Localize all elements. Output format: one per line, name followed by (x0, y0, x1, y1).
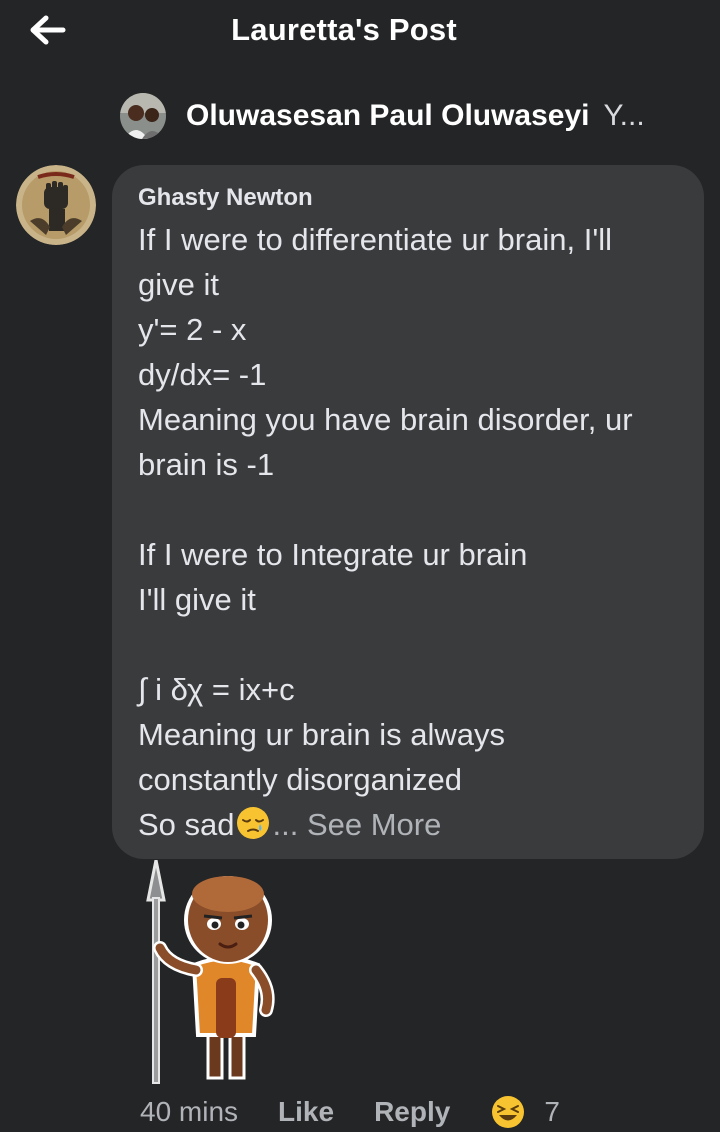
parent-comment-preview[interactable]: Oluwasesan Paul Oluwaseyi Y... (120, 92, 645, 140)
comment-line: brain is -1 (138, 447, 275, 482)
comment-actions: 40 mins Like Reply 7 (140, 1092, 560, 1132)
reaction-count[interactable]: 7 (544, 1096, 560, 1128)
comment-line (138, 622, 684, 667)
comment-line: If I were to differentiate ur brain, I'l… (138, 222, 613, 257)
comment-line: constantly disorganized (138, 762, 462, 797)
avatar[interactable] (16, 165, 96, 245)
comment-bubble[interactable]: Ghasty Newton If I were to differentiate… (112, 165, 704, 859)
warrior-sticker (138, 859, 288, 1085)
comment-line: I'll give it (138, 582, 256, 617)
comment-line: So sad (138, 807, 235, 842)
comment-line: Meaning ur brain is always (138, 717, 506, 752)
comment-line: y'= 2 - x (138, 312, 247, 347)
comment-line: If I were to Integrate ur brain (138, 537, 528, 572)
comment-body: If I were to differentiate ur brain, I'l… (138, 217, 684, 847)
like-button[interactable]: Like (278, 1096, 334, 1128)
comment-author-name[interactable]: Ghasty Newton (138, 183, 684, 213)
sleepy-face-emoji-icon (236, 807, 269, 839)
parent-comment-snippet: Y... (603, 99, 645, 132)
see-more-link[interactable]: ... See More (273, 807, 442, 842)
comment-line: give it (138, 267, 219, 302)
top-bar: Lauretta's Post (0, 0, 720, 62)
page-title: Lauretta's Post (231, 12, 457, 47)
laughing-face-icon[interactable] (490, 1094, 526, 1130)
comment-line: ∫ i δχ = ix+c (138, 672, 295, 707)
comment-line (138, 487, 684, 532)
parent-author-name[interactable]: Oluwasesan Paul Oluwaseyi (186, 99, 590, 133)
comment-line: dy/dx= -1 (138, 357, 267, 392)
comment-timestamp: 40 mins (140, 1096, 239, 1127)
reply-button[interactable]: Reply (374, 1096, 450, 1128)
comment-line: Meaning you have brain disorder, ur (138, 402, 633, 437)
avatar[interactable] (120, 93, 166, 139)
comment-last-line: So sad ... See More (138, 802, 684, 847)
